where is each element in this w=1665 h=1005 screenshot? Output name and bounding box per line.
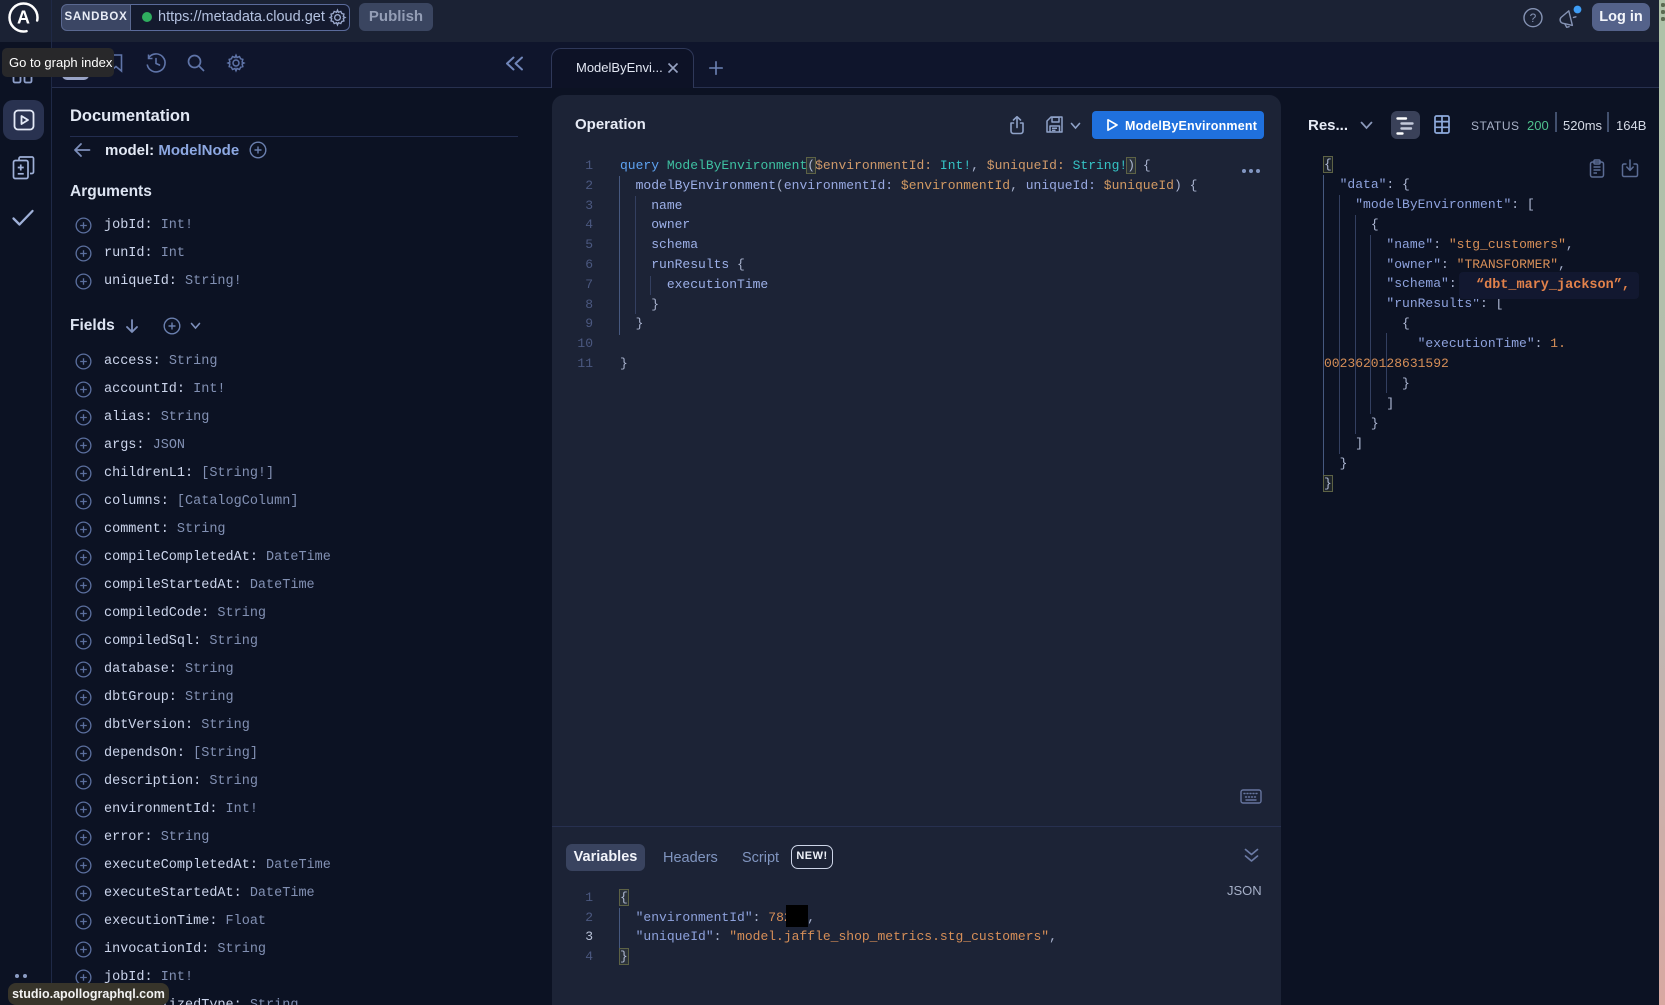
svg-text:A: A <box>17 8 30 28</box>
svg-text:?: ? <box>1530 11 1537 25</box>
